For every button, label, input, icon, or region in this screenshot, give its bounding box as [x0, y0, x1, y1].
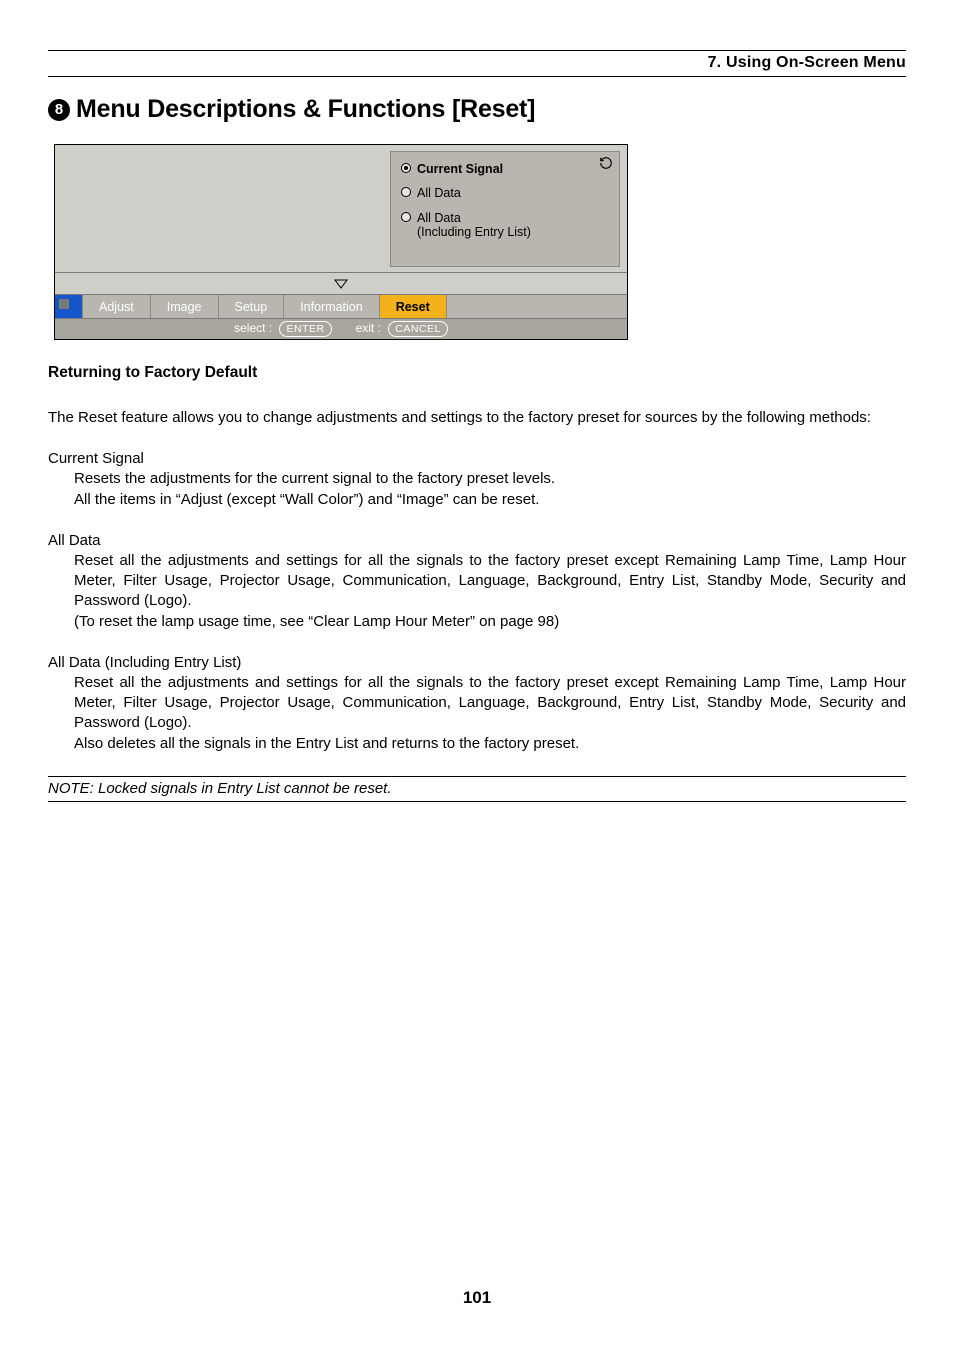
section-number-badge: 8	[48, 99, 70, 121]
radio-dot-icon	[401, 187, 411, 197]
refresh-icon	[599, 156, 613, 173]
section-title-text: Menu Descriptions & Functions [Reset]	[76, 95, 535, 124]
tab-image[interactable]: Image	[151, 295, 219, 318]
section-title: 8 Menu Descriptions & Functions [Reset]	[48, 95, 906, 124]
def-body: Reset all the adjustments and settings f…	[48, 551, 906, 632]
tab-indicator-icon	[55, 295, 83, 318]
radio-label: All Data (Including Entry List)	[417, 211, 531, 240]
radio-dot-icon	[401, 212, 411, 222]
cancel-keycap-icon: CANCEL	[388, 321, 448, 337]
chapter-header: 7. Using On-Screen Menu	[48, 50, 906, 77]
page-number: 101	[0, 1288, 954, 1308]
radio-label: Current Signal	[417, 162, 503, 176]
intro-paragraph: The Reset feature allows you to change a…	[48, 408, 906, 428]
definition-all-data-including-entry-list: All Data (Including Entry List) Reset al…	[48, 654, 906, 754]
footer-exit: exit : CANCEL	[356, 321, 448, 337]
osd-footer: select : ENTER exit : CANCEL	[55, 319, 627, 339]
footer-select: select : ENTER	[234, 321, 331, 337]
radio-all-data[interactable]: All Data	[401, 186, 609, 200]
radio-dot-icon	[401, 163, 411, 173]
definition-all-data: All Data Reset all the adjustments and s…	[48, 532, 906, 632]
def-body: Resets the adjustments for the current s…	[48, 469, 906, 510]
tab-spacer	[447, 295, 627, 318]
osd-tabs: Adjust Image Setup Information Reset	[55, 295, 627, 319]
radio-all-data-including-entry-list[interactable]: All Data (Including Entry List)	[401, 211, 609, 240]
radio-label-line1: All Data	[417, 211, 461, 225]
scroll-down-button[interactable]	[55, 273, 627, 295]
radio-current-signal[interactable]: Current Signal	[401, 162, 609, 176]
footer-exit-label: exit :	[356, 321, 381, 335]
reset-options-panel: Current Signal All Data All Data (Includ…	[390, 151, 620, 267]
osd-figure: Current Signal All Data All Data (Includ…	[54, 144, 628, 340]
def-title: All Data (Including Entry List)	[48, 654, 906, 671]
def-title: All Data	[48, 532, 906, 549]
tab-reset[interactable]: Reset	[380, 295, 447, 318]
subheading: Returning to Factory Default	[48, 364, 906, 382]
def-title: Current Signal	[48, 450, 906, 467]
note: NOTE: Locked signals in Entry List canno…	[48, 776, 906, 802]
tab-information[interactable]: Information	[284, 295, 380, 318]
def-body: Reset all the adjustments and settings f…	[48, 673, 906, 754]
radio-label: All Data	[417, 186, 461, 200]
radio-label-line2: (Including Entry List)	[417, 225, 531, 239]
chevron-down-icon	[334, 279, 348, 289]
tab-adjust[interactable]: Adjust	[83, 295, 151, 318]
enter-keycap-icon: ENTER	[279, 321, 331, 337]
footer-select-label: select :	[234, 321, 272, 335]
tab-setup[interactable]: Setup	[219, 295, 285, 318]
definition-current-signal: Current Signal Resets the adjustments fo…	[48, 450, 906, 510]
